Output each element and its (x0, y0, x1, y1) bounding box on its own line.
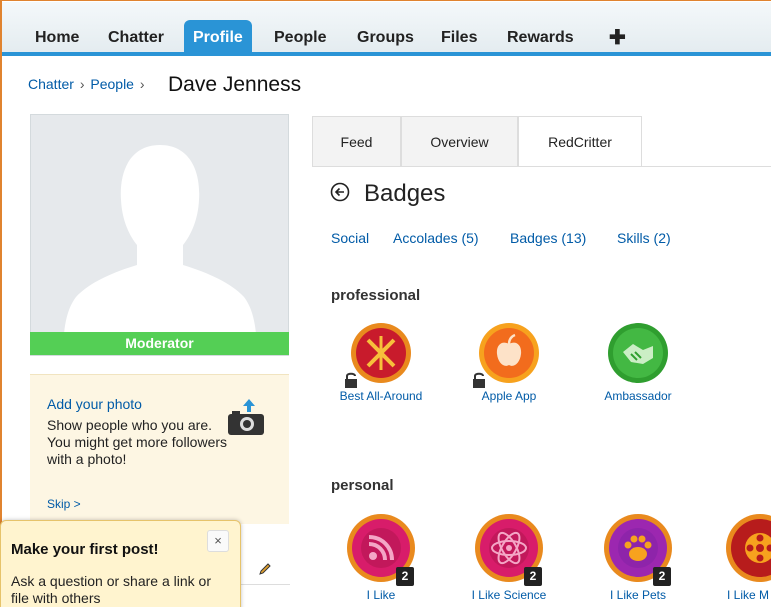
badge-label: I Like (366, 588, 396, 602)
badge-label: I Like Science (471, 588, 547, 602)
nav-tab-files[interactable]: Files (432, 24, 486, 56)
add-tab-plus-icon[interactable]: ✚ (600, 24, 635, 56)
add-photo-panel: Add your photo Show people who you are. … (30, 374, 289, 524)
breadcrumb-separator: › (139, 76, 145, 92)
add-photo-link[interactable]: Add your photo (47, 396, 142, 412)
swords-icon (351, 323, 411, 383)
moderator-badge: Moderator (30, 332, 289, 355)
breadcrumb: Chatter › People › (28, 76, 147, 92)
badge-i-like[interactable]: I Like (326, 513, 436, 605)
filter-badges[interactable]: Badges (13) (510, 230, 586, 246)
badge-count: 2 (396, 567, 414, 586)
nav-tab-rewards[interactable]: Rewards (498, 24, 583, 56)
badge-label: Best All-Around (339, 389, 423, 403)
top-nav-bar: Home Chatter Profile People Groups Files… (2, 2, 771, 56)
badge-label: Apple App (481, 389, 537, 403)
lock-icon (473, 372, 485, 388)
camera-upload-icon[interactable] (226, 397, 266, 437)
badge-count: 2 (653, 567, 671, 586)
tab-overview[interactable]: Overview (401, 116, 518, 167)
badges-header: Badges (330, 180, 445, 208)
breadcrumb-people-link[interactable]: People (90, 76, 134, 92)
breadcrumb-chatter-link[interactable]: Chatter (28, 76, 74, 92)
category-personal: personal (331, 477, 394, 494)
default-avatar-icon (63, 145, 257, 355)
badge-best-all-around[interactable]: Best All-Around (326, 322, 436, 406)
badge-label: I Like M (727, 588, 770, 602)
badge-i-like-pets[interactable]: I Like Pets (583, 513, 693, 605)
filter-accolades[interactable]: Accolades (5) (393, 230, 479, 246)
section-title: Badges (364, 180, 446, 207)
tab-redcritter[interactable]: RedCritter (518, 116, 642, 167)
filter-skills[interactable]: Skills (2) (617, 230, 671, 246)
compose-divider (240, 584, 290, 585)
first-post-popover: Make your first post! × Ask a question o… (0, 520, 241, 607)
tab-divider (312, 166, 771, 167)
add-photo-description: Show people who you are. You might get m… (47, 417, 228, 467)
category-professional: professional (331, 287, 421, 304)
popover-title: Make your first post! (11, 541, 159, 558)
nav-tab-people[interactable]: People (265, 24, 335, 56)
badge-label: Ambassador (604, 389, 672, 403)
close-icon[interactable]: × (207, 530, 229, 552)
back-arrow-icon[interactable] (330, 182, 350, 202)
popover-body: Ask a question or share a link or file w… (11, 573, 211, 606)
badge-label: I Like Pets (609, 588, 667, 602)
tab-feed[interactable]: Feed (312, 116, 401, 167)
badge-ambassador[interactable]: Ambassador (583, 322, 693, 406)
badge-i-like-science[interactable]: I Like Science (454, 513, 564, 605)
badge-apple-app[interactable]: Apple App (454, 322, 564, 406)
nav-tab-groups[interactable]: Groups (348, 24, 423, 56)
pencil-icon[interactable] (258, 562, 272, 576)
breadcrumb-separator: › (79, 76, 85, 92)
filter-social[interactable]: Social (331, 230, 369, 246)
nav-tab-home[interactable]: Home (26, 24, 88, 56)
nav-tab-profile[interactable]: Profile (184, 20, 252, 52)
apple-icon (479, 323, 539, 383)
badge-i-like-movies[interactable]: I Like M (711, 513, 771, 605)
page-title: Dave Jenness (168, 73, 302, 96)
badge-count: 2 (524, 567, 542, 586)
handshake-icon (608, 323, 668, 383)
skip-link[interactable]: Skip > (47, 497, 81, 511)
film-reel-icon (726, 514, 771, 582)
profile-photo[interactable] (30, 114, 289, 356)
nav-tab-chatter[interactable]: Chatter (99, 24, 173, 56)
lock-icon (345, 372, 357, 388)
